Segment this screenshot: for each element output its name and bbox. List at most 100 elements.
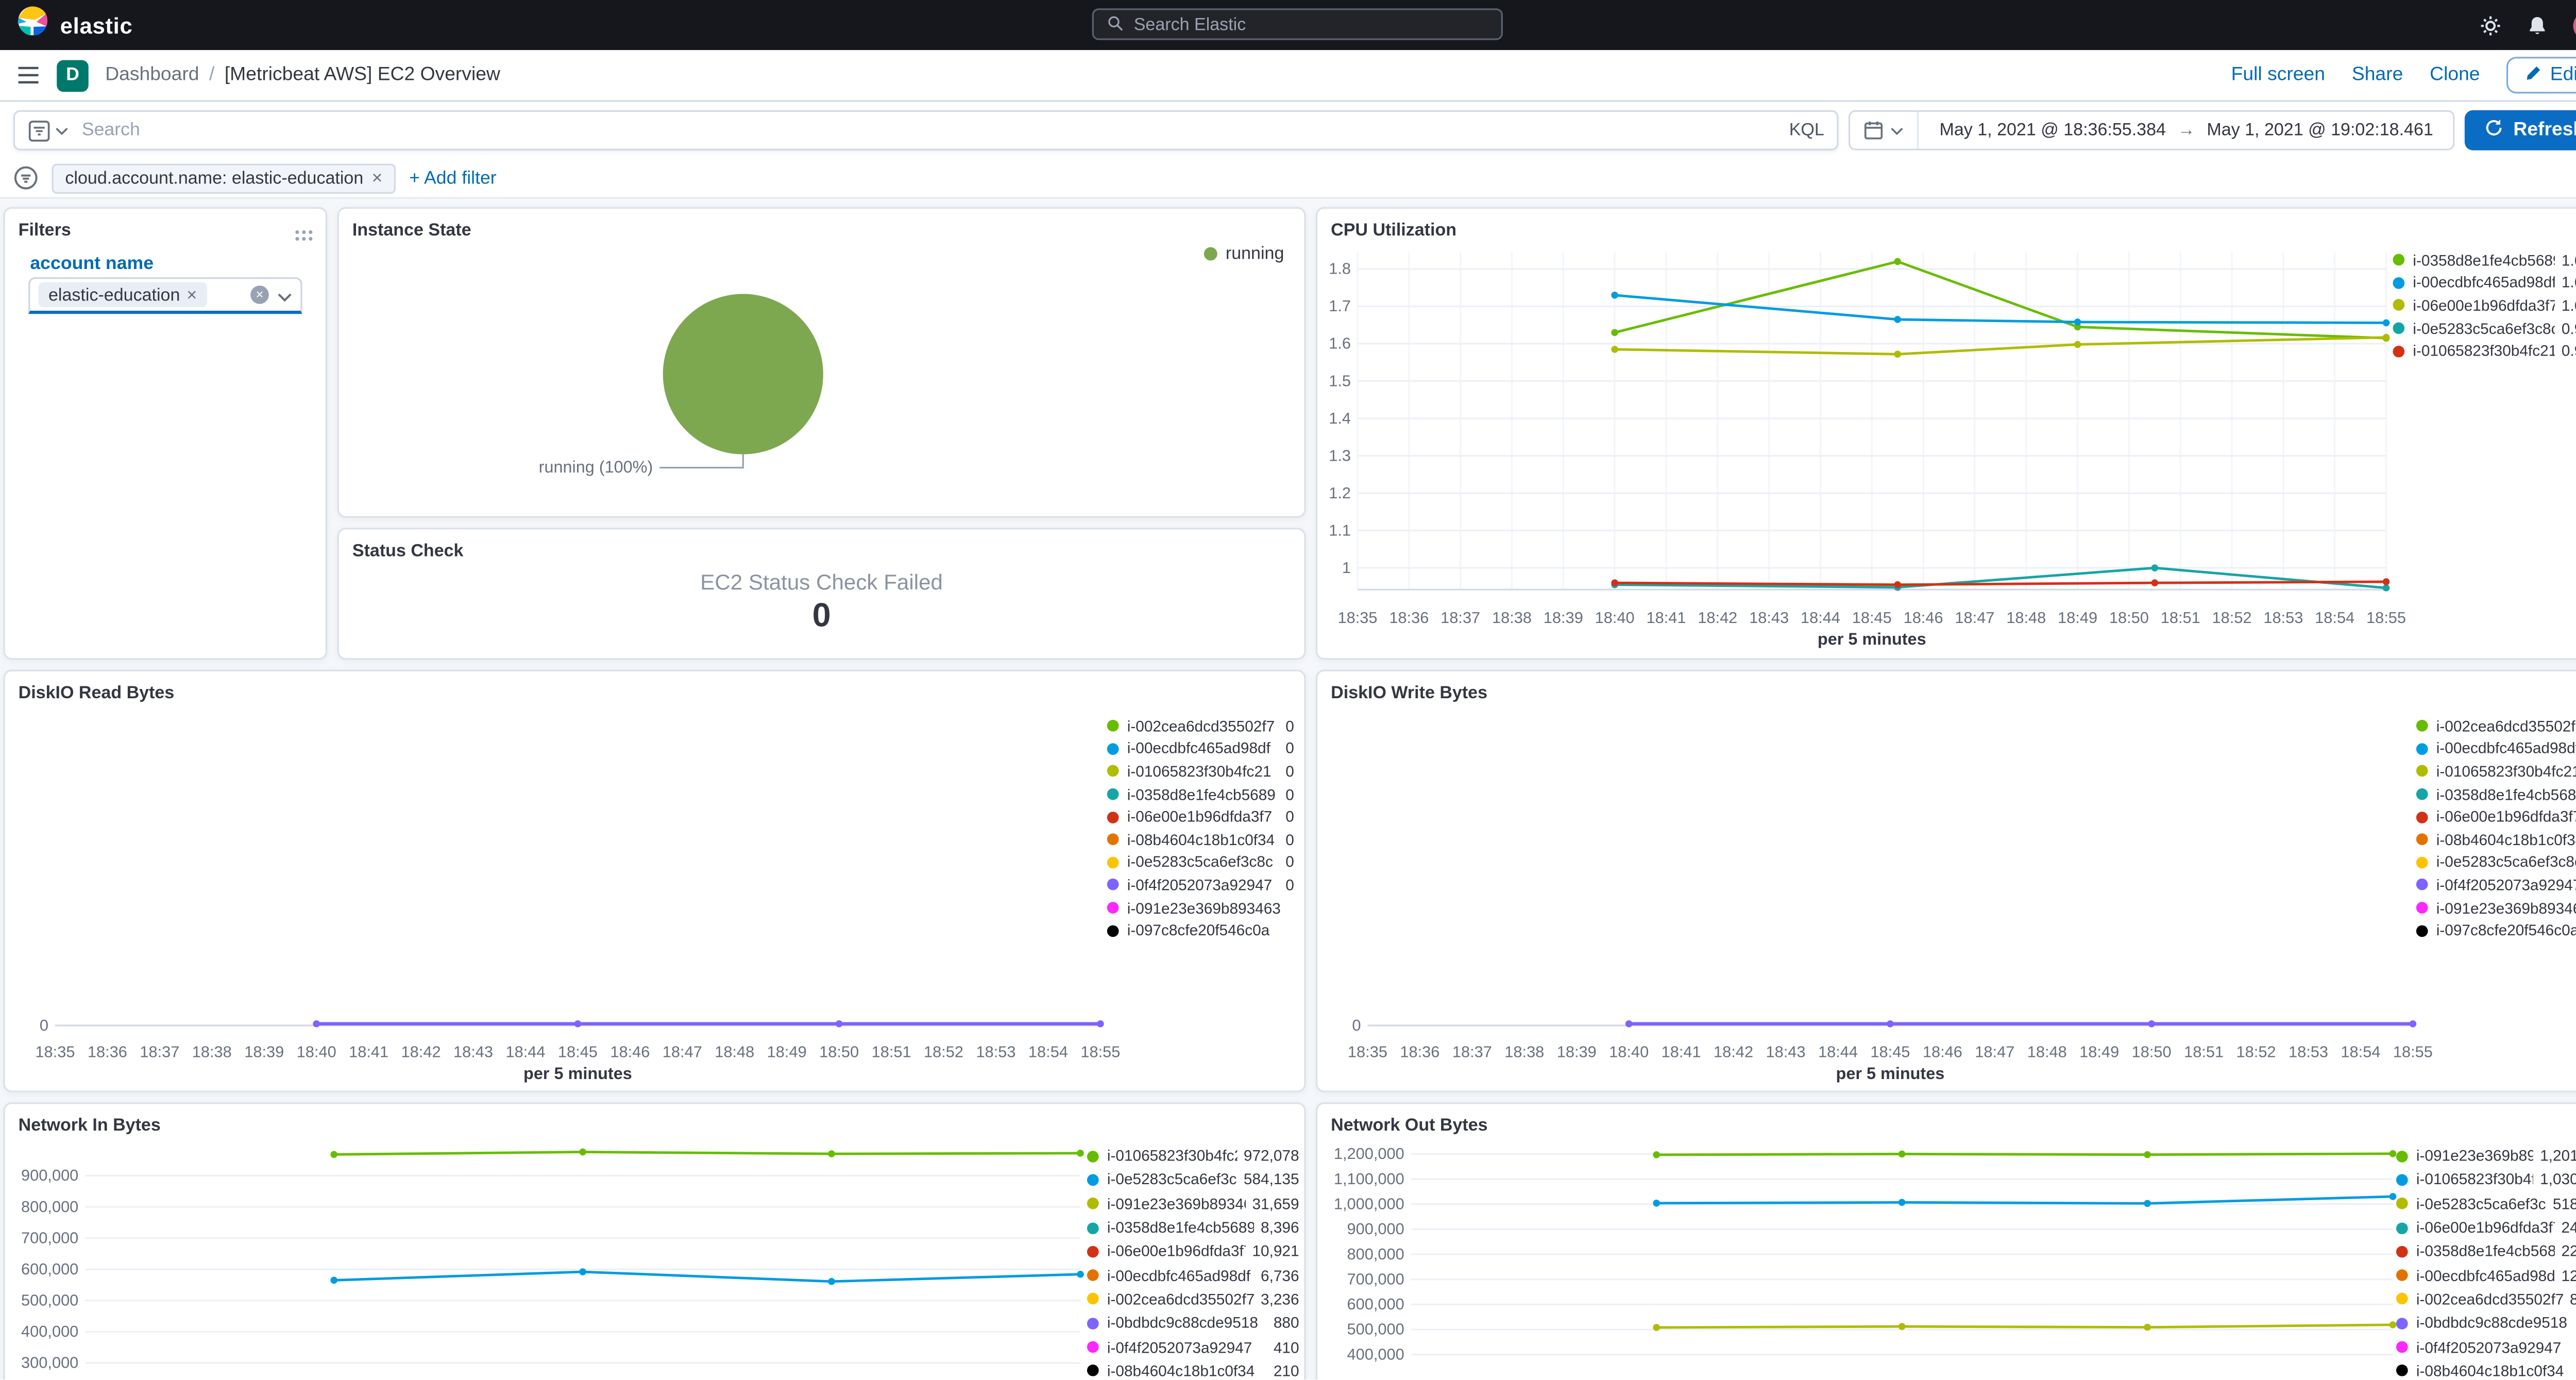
brand[interactable]: elastic: [16, 5, 132, 45]
legend-item[interactable]: i-0358d8e1fe4cb56890: [2416, 783, 2576, 805]
space-badge[interactable]: D: [57, 59, 89, 91]
series-color-dot: [2393, 345, 2405, 357]
filter-set-menu-icon[interactable]: [13, 165, 39, 191]
chevron-down-icon[interactable]: [277, 280, 292, 310]
menu-hamburger-icon[interactable]: [16, 65, 40, 85]
breadcrumb-dashboard-link[interactable]: Dashboard: [105, 65, 199, 85]
legend-item[interactable]: i-091e23e369b893463: [1107, 897, 1294, 919]
legend-item[interactable]: i-0e5283c5ca6ef3c8c0: [2416, 851, 2576, 874]
legend-item[interactable]: i-091e23e369b893... 1,201,252: [2396, 1144, 2576, 1168]
legend-item[interactable]: i-00ecdbfc465ad98df 6,736: [1087, 1264, 1299, 1287]
legend-item[interactable]: i-06e00e1b96dfda3f7 1.617: [2393, 294, 2576, 317]
svg-text:18:49: 18:49: [767, 1043, 807, 1061]
user-avatar[interactable]: m: [2573, 11, 2576, 40]
start-date[interactable]: May 1, 2021 @ 18:36:55.384: [1939, 120, 2165, 140]
legend-item[interactable]: i-0358d8e1fe4cb5689 22,498: [2396, 1240, 2576, 1264]
panel-options-icon[interactable]: [294, 221, 314, 250]
series-label: i-08b4604c18b1c0f34: [1127, 831, 1275, 848]
legend-item[interactable]: i-097c8cfe20f546c0a: [2416, 919, 2576, 942]
edit-button[interactable]: Edit: [2506, 57, 2576, 94]
legend-item[interactable]: i-002cea6dcd35502f70: [2416, 715, 2576, 737]
notifications-icon[interactable]: [2527, 14, 2548, 36]
legend-item[interactable]: i-06e00e1b96dfda3f70: [1107, 805, 1294, 828]
legend-item[interactable]: i-01065823f30b4fc... 1,030,384: [2396, 1168, 2576, 1191]
legend-item[interactable]: i-08b4604c18b1c0f34 210: [1087, 1359, 1299, 1379]
legend-item[interactable]: i-097c8cfe20f546c0a: [1107, 919, 1294, 942]
add-filter-link[interactable]: + Add filter: [409, 168, 496, 188]
series-color-dot: [1087, 1317, 1099, 1329]
status-check-value: 0: [812, 598, 831, 635]
legend-item[interactable]: i-0f4f2052073a92947 410: [1087, 1335, 1299, 1359]
legend-item[interactable]: i-0f4f2052073a92947208: [2396, 1335, 2576, 1359]
legend-item[interactable]: i-091e23e369b893463: [2416, 897, 2576, 919]
kql-syntax-button[interactable]: KQL: [1789, 120, 1824, 140]
legend-item[interactable]: i-0bdbdc9c88cde9518 880: [1087, 1311, 1299, 1335]
legend-item[interactable]: i-091e23e369b893463 31,659: [1087, 1192, 1299, 1216]
elastic-logo-icon[interactable]: [16, 5, 48, 45]
svg-text:per 5 minutes: per 5 minutes: [523, 1064, 632, 1083]
legend-item[interactable]: i-0358d8e1fe4cb5689 1.615: [2393, 249, 2576, 272]
series-label: i-01065823f30b4fc21: [2413, 342, 2555, 360]
legend-item[interactable]: i-0358d8e1fe4cb56890: [1107, 783, 1294, 805]
cpu-utilization-chart[interactable]: 1 1.1 1.2 1.3 1.4 1.5 1.6 1.7 1.8 18:35 18:36 18:37…: [1317, 209, 2576, 658]
legend-item[interactable]: i-0e5283c5ca6ef3c8c0: [1107, 851, 1294, 874]
clone-link[interactable]: Clone: [2430, 65, 2480, 85]
legend-item[interactable]: i-01065823f30b4fc210: [1107, 760, 1294, 783]
svg-text:900,000: 900,000: [1347, 1220, 1404, 1238]
calendar-menu-button[interactable]: [1851, 112, 1920, 149]
edit-button-label: Edit: [2550, 65, 2576, 86]
legend-item[interactable]: i-00ecdbfc465ad98df 12,176: [2396, 1264, 2576, 1287]
series-color-dot: [1107, 834, 1119, 846]
legend-item[interactable]: i-0358d8e1fe4cb5689 8,396: [1087, 1216, 1299, 1239]
legend-item[interactable]: i-08b4604c18b1c0f340: [1107, 828, 1294, 851]
legend-item[interactable]: i-00ecdbfc465ad98df0: [2416, 737, 2576, 760]
series-color-dot: [2416, 788, 2428, 800]
legend-item[interactable]: i-08b4604c18b1c0f340: [2416, 828, 2576, 851]
svg-text:18:54: 18:54: [2315, 609, 2354, 627]
legend-item[interactable]: i-00ecdbfc465ad98df 1.656: [2393, 272, 2576, 294]
date-range-picker: May 1, 2021 @ 18:36:55.384 → May 1, 2021…: [1849, 110, 2455, 150]
legend-item[interactable]: i-06e00e1b96dfda3f7 24,685: [2396, 1216, 2576, 1239]
legend-item[interactable]: i-06e00e1b96dfda3f70: [2416, 805, 2576, 828]
legend-item[interactable]: i-002cea6dcd35502f7 3,236: [1087, 1287, 1299, 1311]
svg-text:18:48: 18:48: [715, 1043, 754, 1061]
legend-item[interactable]: i-0f4f2052073a929470: [2416, 874, 2576, 897]
global-search-input[interactable]: Search Elastic: [1092, 8, 1503, 40]
remove-filter-icon[interactable]: ×: [371, 168, 382, 188]
legend-item[interactable]: i-002cea6dcd35502f7 8,779: [2396, 1287, 2576, 1311]
legend-item[interactable]: i-06e00e1b96dfda3f7 10,921: [1087, 1240, 1299, 1264]
legend-item[interactable]: i-08b4604c18b1c0f34196: [2396, 1359, 2576, 1379]
instance-state-legend[interactable]: running: [1204, 244, 1284, 264]
kql-search-input[interactable]: Search KQL: [13, 110, 1840, 150]
legend-item[interactable]: i-00ecdbfc465ad98df0: [1107, 737, 1294, 760]
status-check-message: EC2 Status Check Failed: [700, 569, 943, 595]
settings-icon[interactable]: [2480, 14, 2501, 36]
svg-text:per 5 minutes: per 5 minutes: [1818, 630, 1926, 648]
diskio-write-chart[interactable]: 0 18:35 18:36 18:37 18:38 18:39 18:40 18:41 18:4…: [1317, 671, 2576, 1091]
legend-item[interactable]: i-01065823f30b4fc21 972,078: [1087, 1144, 1299, 1168]
series-value: 1.615: [2561, 251, 2576, 269]
account-name-combobox[interactable]: elastic-education × ×: [28, 277, 302, 314]
legend-item[interactable]: i-0e5283c5ca6ef3c8c 518,768: [2396, 1192, 2576, 1216]
clear-selection-icon[interactable]: ×: [250, 285, 269, 304]
legend-item[interactable]: i-01065823f30b4fc210: [2416, 760, 2576, 783]
filter-pill[interactable]: cloud.account.name: elastic-education ×: [52, 163, 396, 193]
legend-item[interactable]: i-0e5283c5ca6ef3c8c 0.934: [2393, 317, 2576, 340]
legend-item[interactable]: i-002cea6dcd35502f70: [1107, 715, 1294, 737]
full-screen-link[interactable]: Full screen: [2231, 65, 2325, 85]
legend-item[interactable]: i-01065823f30b4fc21 0.963: [2393, 340, 2576, 362]
pencil-icon: [2525, 64, 2541, 86]
legend-item[interactable]: i-0bdbdc9c88cde9518588: [2396, 1311, 2576, 1335]
end-date[interactable]: May 1, 2021 @ 19:02:18.461: [2207, 120, 2433, 140]
svg-text:18:44: 18:44: [1801, 609, 1840, 627]
share-link[interactable]: Share: [2352, 65, 2403, 85]
saved-query-menu-button[interactable]: [28, 120, 69, 141]
legend-item[interactable]: i-0e5283c5ca6ef3c8c 584,135: [1087, 1168, 1299, 1191]
refresh-button[interactable]: Refresh: [2465, 110, 2576, 150]
network-out-chart[interactable]: 400,000 500,000 600,000 700,000 800,000 900,0…: [1317, 1104, 2576, 1379]
selected-option-tag[interactable]: elastic-education ×: [38, 282, 207, 308]
pie-slice-running[interactable]: [663, 294, 823, 455]
legend-item[interactable]: i-0f4f2052073a929470: [1107, 874, 1294, 897]
remove-option-icon[interactable]: ×: [187, 285, 197, 305]
svg-text:18:39: 18:39: [1557, 1043, 1597, 1061]
